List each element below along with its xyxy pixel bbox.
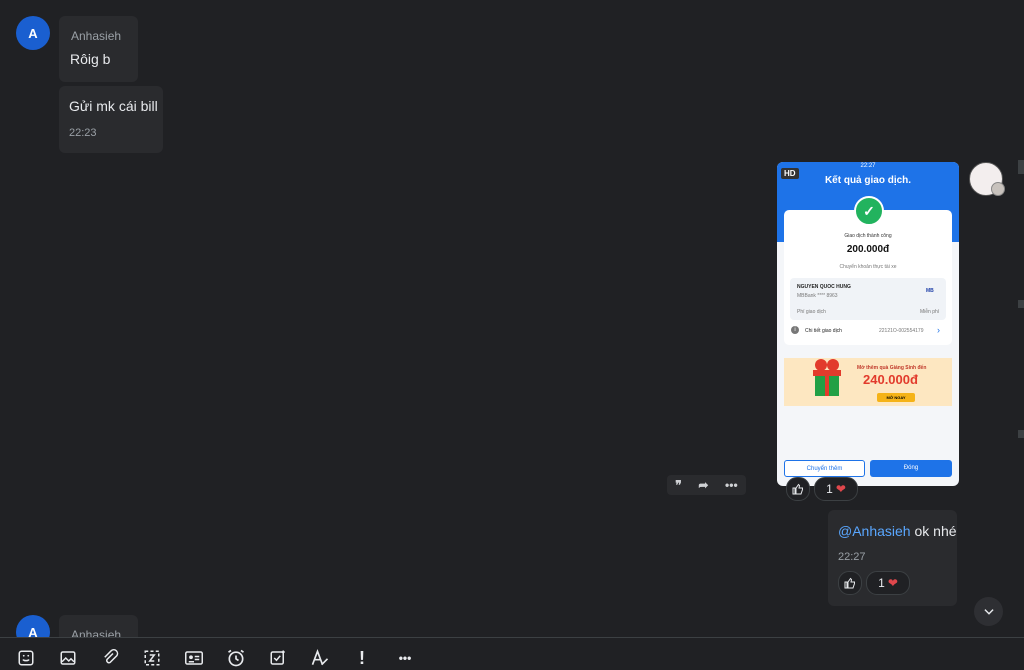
- avatar-initial: A: [28, 25, 38, 41]
- mention-link[interactable]: @Anhasieh: [838, 523, 911, 539]
- chevron-right-icon: ›: [937, 325, 940, 335]
- chevron-down-icon: [983, 608, 994, 615]
- amount: 200.000đ: [846, 244, 890, 255]
- image-message[interactable]: 22:27 HD Kết quả giao dịch. ✓ Giao dịch …: [777, 162, 959, 486]
- composer-toolbar: ! •••: [0, 637, 1024, 670]
- like-icon: [844, 577, 855, 589]
- promo-text: Mở thêm quà Giáng Sinh đến: [857, 365, 927, 371]
- avatar[interactable]: A: [16, 615, 50, 637]
- scroll-to-bottom-button[interactable]: [974, 597, 1003, 626]
- message-bubble[interactable]: Gửi mk cái bill 22:23: [59, 86, 163, 153]
- task-icon: [270, 650, 285, 665]
- more-icon[interactable]: •••: [725, 478, 738, 492]
- message-text: @Anhasieh ok nhé: [838, 523, 957, 539]
- image-button[interactable]: [57, 647, 79, 669]
- sticker-icon: [18, 650, 34, 666]
- reminder-button[interactable]: [225, 647, 247, 669]
- image-icon: [60, 651, 76, 665]
- fee-value: Miễn phí: [920, 309, 940, 315]
- like-button[interactable]: [838, 571, 862, 595]
- promo-button: MỞ NGAY: [877, 393, 915, 402]
- avatar-badge-icon: [991, 182, 1005, 196]
- screenshot-icon: [144, 650, 160, 666]
- info-icon: i: [791, 326, 799, 334]
- urgent-button[interactable]: !: [351, 647, 373, 669]
- format-icon: [311, 648, 329, 666]
- message-body: ok nhé: [910, 523, 957, 539]
- note: Chuyển khoản thực tài xe: [839, 264, 897, 270]
- detail-label: Chi tiết giao dịch: [805, 328, 842, 334]
- transfer-more-button: Chuyển thêm: [784, 460, 865, 477]
- message-actions: ❞ ➦ •••: [667, 475, 746, 495]
- more-options-button[interactable]: •••: [394, 647, 416, 669]
- forward-icon[interactable]: ➦: [698, 478, 708, 492]
- sticker-button[interactable]: [15, 647, 37, 669]
- message-time: 22:27: [838, 551, 866, 563]
- chat-area: A Anhasieh Rôig b Gửi mk cái bill 22:23 …: [0, 0, 1024, 637]
- format-button[interactable]: [309, 647, 331, 669]
- screenshot-button[interactable]: [141, 647, 163, 669]
- account-box: NGUYEN QUOC HUNG MBBank **** 8963 MB Phí…: [790, 278, 946, 320]
- message-text: Rôig b: [70, 51, 111, 67]
- fee-label: Phí giao dịch: [797, 309, 826, 315]
- close-receipt-button: Đóng: [870, 460, 952, 477]
- success-check-icon: ✓: [854, 196, 884, 226]
- my-avatar[interactable]: [969, 162, 1005, 196]
- bank-logo: MB: [926, 288, 934, 294]
- receipt-title: Kết quả giao dịch.: [824, 175, 912, 186]
- contact-card-button[interactable]: [183, 647, 205, 669]
- account-name: NGUYEN QUOC HUNG: [797, 284, 851, 290]
- reminder-icon: [228, 649, 244, 667]
- promo-amount: 240.000đ: [863, 372, 918, 387]
- avatar[interactable]: A: [16, 16, 50, 50]
- reaction-count[interactable]: 1 ❤: [814, 477, 858, 501]
- like-button[interactable]: [786, 477, 810, 501]
- urgent-icon: !: [359, 647, 365, 668]
- reaction-number: 1: [826, 482, 833, 496]
- heart-icon: ❤: [835, 482, 846, 496]
- like-icon: [792, 483, 803, 495]
- sender-name: Anhasieh: [71, 628, 122, 637]
- more-options-icon: •••: [398, 651, 412, 665]
- message-bubble[interactable]: Anhasieh Rôig b: [59, 16, 138, 82]
- scrollbar-marker: [1018, 430, 1024, 438]
- heart-icon: ❤: [887, 576, 898, 590]
- phone-status-time: 22:27: [860, 163, 876, 169]
- message-text: Gửi mk cái bill: [69, 98, 158, 114]
- reaction-number: 1: [878, 576, 885, 590]
- sender-name: Anhasieh: [71, 29, 122, 43]
- quote-icon[interactable]: ❞: [675, 478, 681, 492]
- attach-icon: [104, 649, 119, 664]
- status-text: Giao dịch thành công: [844, 233, 892, 239]
- task-button[interactable]: [267, 647, 289, 669]
- contact-card-icon: [185, 651, 203, 665]
- gift-icon: [813, 359, 841, 396]
- attach-button[interactable]: [99, 647, 121, 669]
- account-number: MBBank **** 8963: [797, 293, 838, 299]
- reaction-count[interactable]: 1 ❤: [866, 571, 910, 595]
- scrollbar-marker: [1018, 160, 1024, 174]
- scrollbar-marker: [1018, 300, 1024, 308]
- message-bubble[interactable]: Anhasieh: [59, 615, 138, 637]
- detail-value: 22121O-002554179: [879, 328, 924, 334]
- avatar-initial: A: [28, 624, 38, 638]
- message-time: 22:23: [69, 127, 97, 139]
